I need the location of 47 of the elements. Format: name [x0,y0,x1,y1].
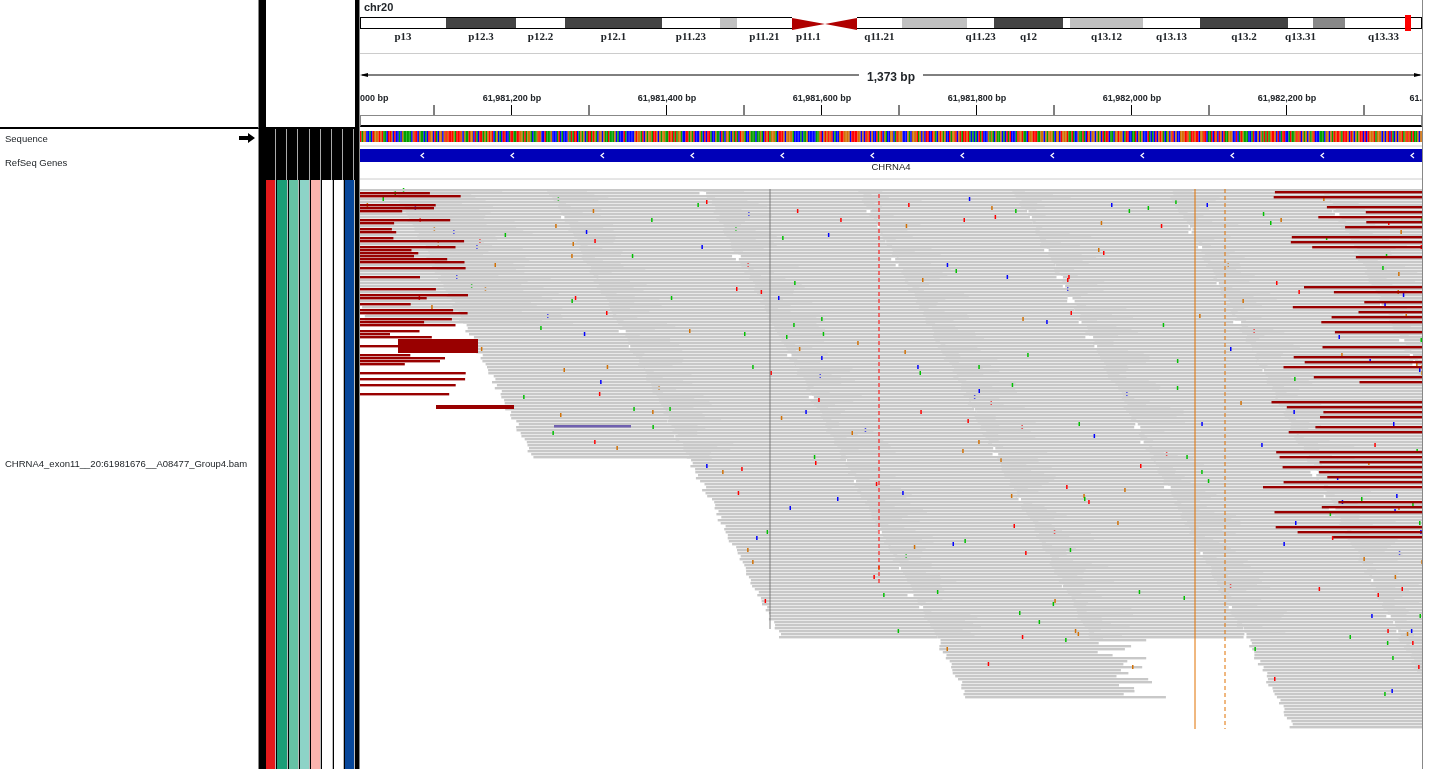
ruler-tick-label: 61,981,600 bp [792,93,852,104]
ruler-tick-label: 000 bp [360,93,389,104]
chromosome-band[interactable] [1288,17,1313,29]
ruler-tick-label: 61. [1409,93,1422,104]
chromosome-band[interactable] [1143,17,1200,29]
chromosome-band[interactable] [737,17,792,29]
band-label: q12 [1019,29,1038,43]
track-name[interactable]: CHRNA4_exon11__20:61981676__A08477_Group4.bam [5,454,258,473]
band-label: p11.23 [675,29,707,43]
band-label: q13.31 [1285,29,1316,43]
track-name[interactable]: Sequence [5,133,48,145]
band-label: q13.2 [1231,29,1257,43]
centromere-band[interactable] [825,17,857,31]
chromosome-name: chr20 [363,0,395,15]
strand-arrow-icon[interactable] [239,133,255,143]
band-label: p12.2 [527,29,554,43]
band-label: p12.1 [600,29,627,43]
band-label: q11.23 [965,29,996,43]
band-label: p12.3 [468,29,494,43]
chromosome-band[interactable] [902,17,967,29]
chromosome-band[interactable] [360,17,446,29]
ruler-tick-label: 61,982,200 bp [1257,93,1317,104]
chromosome-band[interactable] [857,17,902,29]
chromosome-band[interactable] [1063,17,1070,29]
ruler-tick-label: 61,981,200 bp [482,93,542,104]
gene-name-label: CHRNA4 [871,161,911,172]
chromosome-band[interactable] [662,17,720,29]
current-region-marker [1405,15,1411,31]
band-label: p13 [394,29,412,43]
chromosome-band[interactable] [516,17,565,29]
band-label: q13.13 [1156,29,1187,43]
centromere-band[interactable] [792,17,825,31]
span-length-label: 1,373 bp [859,70,923,84]
chromosome-band[interactable] [1345,17,1422,29]
band-label: p11.1 [796,29,821,43]
chromosome-band[interactable] [967,17,994,29]
track-name[interactable]: RefSeq Genes [5,157,68,169]
chromosome-band[interactable] [720,17,737,29]
band-label: q13.33 [1368,29,1399,43]
band-label: q11.21 [864,29,895,43]
ruler-tick-label: 61,981,400 bp [637,93,697,104]
band-label: p11.21 [749,29,780,43]
ruler-tick-label: 61,982,000 bp [1102,93,1162,104]
chromosome-band[interactable] [1313,17,1345,29]
chromosome-band[interactable] [1070,17,1143,29]
ruler-tick-label: 61,981,800 bp [947,93,1007,104]
band-label: q13.12 [1091,29,1122,43]
